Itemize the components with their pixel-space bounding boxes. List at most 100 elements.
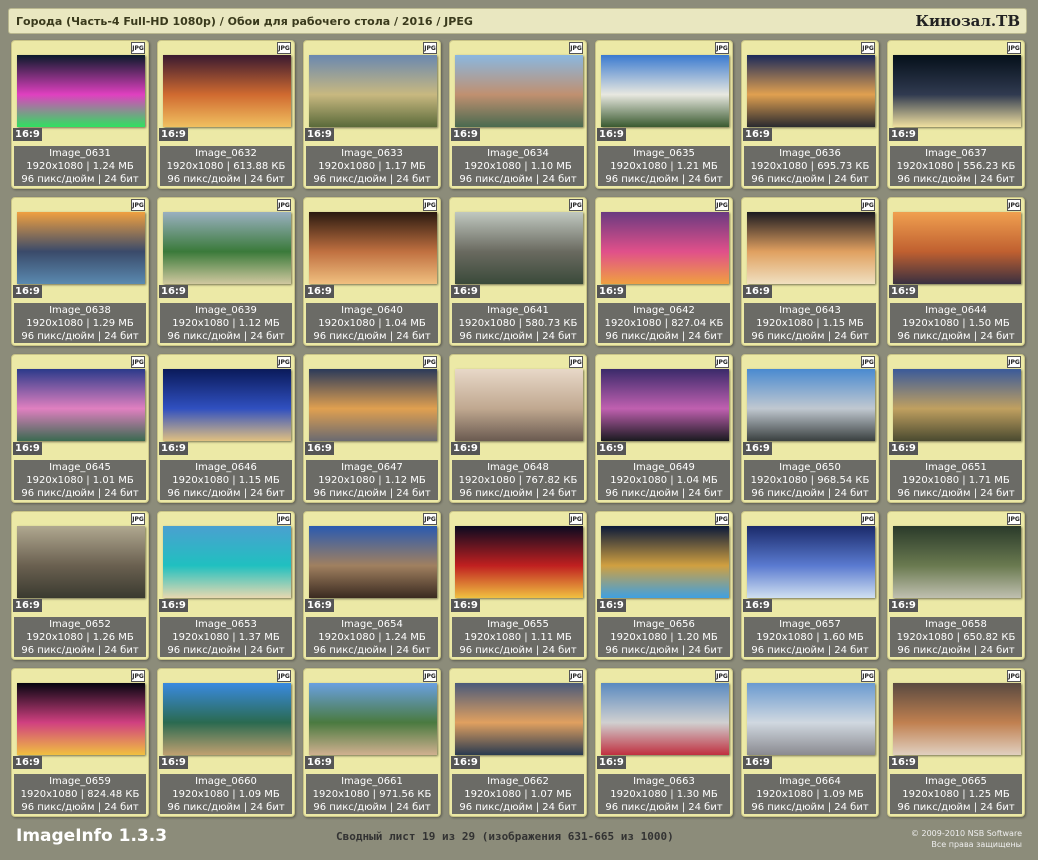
image-dimensions: 1920x1080 | 1.01 МБ — [26, 475, 134, 486]
thumbnail-image[interactable] — [601, 55, 729, 127]
thumbnail-image[interactable] — [309, 683, 437, 755]
thumbnail-card[interactable]: JPG 16:9 Image_0636 1920x1080 | 695.73 КБ 96… — [741, 40, 879, 189]
thumbnail-card[interactable]: JPG 16:9 Image_0640 1920x1080 | 1.04 МБ 96 п… — [303, 197, 441, 346]
thumbnail-card[interactable]: JPG 16:9 Image_0651 1920x1080 | 1.71 МБ 96 п… — [887, 354, 1025, 503]
thumbnail-image[interactable] — [163, 55, 291, 127]
thumbnail-card[interactable]: JPG 16:9 Image_0634 1920x1080 | 1.10 МБ 96 п… — [449, 40, 587, 189]
brand-logo: Кинозал.ТВ — [915, 12, 1020, 30]
thumbnail-image[interactable] — [455, 526, 583, 598]
thumbnail-image[interactable] — [309, 526, 437, 598]
thumbnail-card[interactable]: JPG 16:9 Image_0654 1920x1080 | 1.24 МБ 96 п… — [303, 511, 441, 660]
thumbnail-card[interactable]: JPG 16:9 Image_0642 1920x1080 | 827.04 КБ 96… — [595, 197, 733, 346]
image-meta: 96 пикс/дюйм | 24 бит — [897, 331, 1015, 342]
thumbnail-card[interactable]: JPG 16:9 Image_0658 1920x1080 | 650.82 КБ 96… — [887, 511, 1025, 660]
image-meta: 96 пикс/дюйм | 24 бит — [21, 174, 139, 185]
image-meta: 96 пикс/дюйм | 24 бит — [751, 331, 869, 342]
jpg-file-icon: JPG — [569, 356, 583, 368]
thumbnail-image[interactable] — [747, 55, 875, 127]
jpg-file-icon: JPG — [1007, 42, 1021, 54]
thumbnail-card[interactable]: JPG 16:9 Image_0652 1920x1080 | 1.26 МБ 96 п… — [11, 511, 149, 660]
thumbnail-image[interactable] — [17, 683, 145, 755]
thumbnail-card[interactable]: JPG 16:9 Image_0650 1920x1080 | 968.54 КБ 96… — [741, 354, 879, 503]
thumbnail-image[interactable] — [601, 526, 729, 598]
thumbnail-card[interactable]: JPG 16:9 Image_0659 1920x1080 | 824.48 КБ 96… — [11, 668, 149, 817]
thumbnail-card[interactable]: JPG 16:9 Image_0637 1920x1080 | 556.23 КБ 96… — [887, 40, 1025, 189]
thumbnail-image[interactable] — [601, 369, 729, 441]
thumbnail-card[interactable]: JPG 16:9 Image_0653 1920x1080 | 1.37 МБ 96 п… — [157, 511, 295, 660]
thumbnail-card[interactable]: JPG 16:9 Image_0648 1920x1080 | 767.82 КБ 96… — [449, 354, 587, 503]
thumbnail-card[interactable]: JPG 16:9 Image_0638 1920x1080 | 1.29 МБ 96 п… — [11, 197, 149, 346]
thumbnail-card[interactable]: JPG 16:9 Image_0646 1920x1080 | 1.15 МБ 96 п… — [157, 354, 295, 503]
thumbnail-image[interactable] — [309, 369, 437, 441]
thumbnail-image[interactable] — [163, 526, 291, 598]
thumbnail-image[interactable] — [309, 212, 437, 284]
thumbnail-image[interactable] — [455, 55, 583, 127]
aspect-ratio-badge: 16:9 — [305, 128, 334, 141]
thumbnail-image[interactable] — [893, 526, 1021, 598]
thumbnail-image[interactable] — [747, 683, 875, 755]
thumbnail-image[interactable] — [601, 212, 729, 284]
aspect-ratio-badge: 16:9 — [159, 285, 188, 298]
thumbnail-image[interactable] — [163, 683, 291, 755]
image-meta: 96 пикс/дюйм | 24 бит — [167, 802, 285, 813]
thumbnail-image[interactable] — [747, 212, 875, 284]
thumbnail-card[interactable]: JPG 16:9 Image_0644 1920x1080 | 1.50 МБ 96 п… — [887, 197, 1025, 346]
thumbnail-image[interactable] — [455, 369, 583, 441]
thumbnail-image[interactable] — [17, 55, 145, 127]
thumbnail-image[interactable] — [893, 683, 1021, 755]
image-dimensions: 1920x1080 | 1.04 МБ — [610, 475, 718, 486]
image-meta: 96 пикс/дюйм | 24 бит — [459, 802, 577, 813]
thumbnail-card[interactable]: JPG 16:9 Image_0633 1920x1080 | 1.17 МБ 96 п… — [303, 40, 441, 189]
thumbnail-image[interactable] — [17, 212, 145, 284]
thumbnail-image[interactable] — [747, 526, 875, 598]
aspect-ratio-badge: 16:9 — [13, 756, 42, 769]
image-dimensions: 1920x1080 | 1.30 МБ — [610, 789, 718, 800]
thumbnail-card[interactable]: JPG 16:9 Image_0663 1920x1080 | 1.30 МБ 96 п… — [595, 668, 733, 817]
aspect-ratio-badge: 16:9 — [159, 756, 188, 769]
image-dimensions: 1920x1080 | 1.24 МБ — [318, 632, 426, 643]
thumbnail-image[interactable] — [747, 369, 875, 441]
thumbnail-image[interactable] — [17, 526, 145, 598]
thumbnail-image[interactable] — [309, 55, 437, 127]
image-meta: 96 пикс/дюйм | 24 бит — [21, 488, 139, 499]
thumbnail-card[interactable]: JPG 16:9 Image_0631 1920x1080 | 1.24 МБ 96 п… — [11, 40, 149, 189]
thumbnail-image[interactable] — [455, 683, 583, 755]
thumbnail-image[interactable] — [163, 369, 291, 441]
image-meta: 96 пикс/дюйм | 24 бит — [459, 331, 577, 342]
thumbnail-card[interactable]: JPG 16:9 Image_0660 1920x1080 | 1.09 МБ 96 п… — [157, 668, 295, 817]
thumbnail-card[interactable]: JPG 16:9 Image_0664 1920x1080 | 1.09 МБ 96 п… — [741, 668, 879, 817]
jpg-file-icon: JPG — [277, 356, 291, 368]
aspect-ratio-badge: 16:9 — [13, 599, 42, 612]
image-name: Image_0647 — [341, 462, 403, 473]
thumbnail-card[interactable]: JPG 16:9 Image_0639 1920x1080 | 1.12 МБ 96 п… — [157, 197, 295, 346]
thumbnail-card[interactable]: JPG 16:9 Image_0655 1920x1080 | 1.11 МБ 96 п… — [449, 511, 587, 660]
thumbnail-card[interactable]: JPG 16:9 Image_0635 1920x1080 | 1.21 МБ 96 п… — [595, 40, 733, 189]
jpg-file-icon: JPG — [423, 356, 437, 368]
thumbnail-card[interactable]: JPG 16:9 Image_0656 1920x1080 | 1.20 МБ 96 п… — [595, 511, 733, 660]
thumbnail-card[interactable]: JPG 16:9 Image_0632 1920x1080 | 613.88 КБ 96… — [157, 40, 295, 189]
aspect-ratio-badge: 16:9 — [13, 442, 42, 455]
image-dimensions: 1920x1080 | 827.04 КБ — [604, 318, 724, 329]
thumbnail-card[interactable]: JPG 16:9 Image_0665 1920x1080 | 1.25 МБ 96 п… — [887, 668, 1025, 817]
thumbnail-card[interactable]: JPG 16:9 Image_0643 1920x1080 | 1.15 МБ 96 п… — [741, 197, 879, 346]
thumbnail-image[interactable] — [17, 369, 145, 441]
thumbnail-image[interactable] — [893, 212, 1021, 284]
thumbnail-card[interactable]: JPG 16:9 Image_0647 1920x1080 | 1.12 МБ 96 п… — [303, 354, 441, 503]
thumbnail-image[interactable] — [163, 212, 291, 284]
thumbnail-image[interactable] — [893, 55, 1021, 127]
image-meta: 96 пикс/дюйм | 24 бит — [21, 331, 139, 342]
thumbnail-image[interactable] — [893, 369, 1021, 441]
jpg-file-icon: JPG — [131, 513, 145, 525]
thumbnail-card[interactable]: JPG 16:9 Image_0645 1920x1080 | 1.01 МБ 96 п… — [11, 354, 149, 503]
thumbnail-card[interactable]: JPG 16:9 Image_0657 1920x1080 | 1.60 МБ 96 п… — [741, 511, 879, 660]
image-info-panel: Image_0640 1920x1080 | 1.04 МБ 96 пикс/дюй… — [306, 303, 438, 343]
image-dimensions: 1920x1080 | 613.88 КБ — [166, 161, 286, 172]
thumbnail-card[interactable]: JPG 16:9 Image_0649 1920x1080 | 1.04 МБ 96 п… — [595, 354, 733, 503]
thumbnail-image[interactable] — [455, 212, 583, 284]
thumbnail-card[interactable]: JPG 16:9 Image_0662 1920x1080 | 1.07 МБ 96 п… — [449, 668, 587, 817]
aspect-ratio-badge: 16:9 — [743, 756, 772, 769]
thumbnail-card[interactable]: JPG 16:9 Image_0641 1920x1080 | 580.73 КБ 96… — [449, 197, 587, 346]
image-name: Image_0634 — [487, 148, 549, 159]
thumbnail-card[interactable]: JPG 16:9 Image_0661 1920x1080 | 971.56 КБ 96… — [303, 668, 441, 817]
thumbnail-image[interactable] — [601, 683, 729, 755]
